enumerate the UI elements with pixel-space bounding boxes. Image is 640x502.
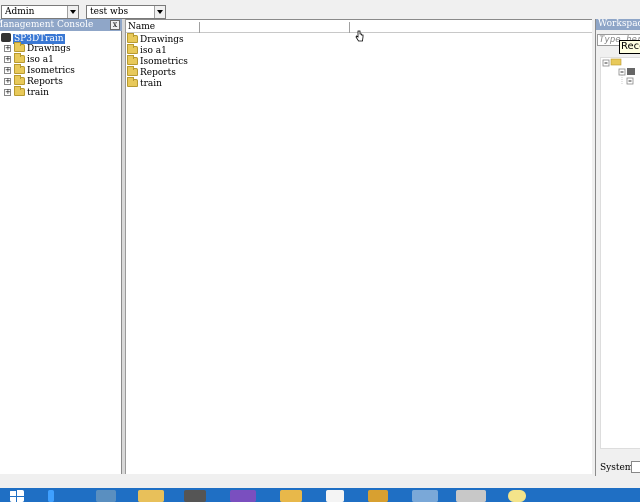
monitor-icon[interactable] bbox=[456, 490, 486, 502]
folder-icon bbox=[127, 77, 138, 87]
list-item[interactable]: Isometrics bbox=[127, 55, 188, 68]
list-item-label: Isometrics bbox=[140, 57, 188, 67]
expand-icon[interactable]: + bbox=[4, 89, 11, 96]
workspace-tree-nodes bbox=[602, 58, 635, 85]
start-icon[interactable] bbox=[10, 490, 24, 502]
close-icon[interactable]: x bbox=[110, 20, 120, 30]
list-item-label: iso a1 bbox=[140, 46, 167, 56]
management-console-panel: Management Console x SP3DTrain + Drawings… bbox=[0, 19, 122, 474]
folder-icon bbox=[14, 42, 25, 52]
column-header-blank[interactable] bbox=[200, 22, 350, 33]
folder-icon bbox=[127, 55, 138, 65]
tree-item-label: Reports bbox=[27, 77, 63, 87]
sql-icon[interactable] bbox=[280, 490, 302, 502]
file-explorer-icon[interactable] bbox=[138, 490, 164, 502]
tab-next[interactable] bbox=[631, 461, 640, 473]
tree-item-label: Drawings bbox=[27, 44, 71, 54]
top-toolbar: Admin test wbs bbox=[0, 0, 640, 20]
user-select-value: Admin bbox=[5, 7, 35, 17]
tree-item[interactable]: + train bbox=[4, 86, 49, 99]
folder-icon bbox=[14, 64, 25, 74]
node-icon bbox=[627, 68, 635, 75]
workspace-title: Workspace bbox=[596, 19, 640, 30]
workspace-tree bbox=[600, 57, 640, 449]
folder-icon bbox=[14, 86, 25, 96]
tree-item-label: iso a1 bbox=[27, 55, 54, 65]
wbs-select-value: test wbs bbox=[90, 7, 129, 17]
expand-icon[interactable]: + bbox=[4, 78, 11, 85]
hand-cursor-icon bbox=[355, 30, 364, 42]
tree-item-label: train bbox=[27, 88, 49, 98]
document-icon[interactable] bbox=[326, 490, 344, 502]
chevron-down-icon[interactable] bbox=[154, 6, 165, 18]
show-desktop-icon[interactable] bbox=[48, 490, 54, 502]
tree-root[interactable]: SP3DTrain bbox=[1, 33, 65, 44]
list-item[interactable]: Reports bbox=[127, 66, 176, 79]
panel-title-text: Management Console bbox=[0, 20, 94, 30]
folder-icon bbox=[127, 33, 138, 43]
column-header-name[interactable]: Name bbox=[128, 22, 200, 33]
user-select[interactable]: Admin bbox=[1, 5, 79, 19]
wbs-select[interactable]: test wbs bbox=[86, 5, 166, 19]
app-window: Admin test wbs Management Console x SP3D… bbox=[0, 0, 640, 502]
expand-icon[interactable]: + bbox=[4, 67, 11, 74]
tree-item-label: Isometrics bbox=[27, 66, 75, 76]
content-list-view: Name Drawings iso a1 Isometrics Reports … bbox=[126, 19, 592, 474]
folder-icon bbox=[127, 44, 138, 54]
folder-icon bbox=[127, 66, 138, 76]
network-icon[interactable] bbox=[412, 490, 438, 502]
recent-tooltip: Recent bbox=[619, 40, 640, 54]
tree-item[interactable]: + Reports bbox=[4, 75, 63, 88]
list-item-label: Reports bbox=[140, 68, 176, 78]
folder-icon bbox=[14, 53, 25, 63]
visual-studio-icon[interactable] bbox=[230, 490, 256, 502]
database-icon bbox=[1, 33, 11, 42]
list-item-label: Drawings bbox=[140, 35, 184, 45]
expand-icon[interactable]: + bbox=[4, 45, 11, 52]
taskbar bbox=[0, 488, 640, 502]
panel-title: Management Console x bbox=[0, 19, 122, 31]
folder-icon bbox=[610, 58, 622, 66]
tab-system[interactable]: System bbox=[600, 463, 633, 473]
list-item[interactable]: train bbox=[127, 77, 162, 90]
tools-icon[interactable] bbox=[368, 490, 388, 502]
application-icon[interactable] bbox=[184, 490, 206, 502]
list-item-label: train bbox=[140, 79, 162, 89]
workspace-panel: Workspace Type here Recent System bbox=[595, 19, 640, 476]
workspace-tabs: System bbox=[596, 461, 640, 475]
tree-item[interactable]: + iso a1 bbox=[4, 53, 54, 66]
list-item[interactable]: Drawings bbox=[127, 33, 184, 46]
folder-icon bbox=[14, 75, 25, 85]
server-manager-icon[interactable] bbox=[96, 490, 116, 502]
chevron-down-icon[interactable] bbox=[67, 6, 78, 18]
help-icon[interactable] bbox=[508, 490, 526, 502]
expand-icon[interactable]: + bbox=[4, 56, 11, 63]
